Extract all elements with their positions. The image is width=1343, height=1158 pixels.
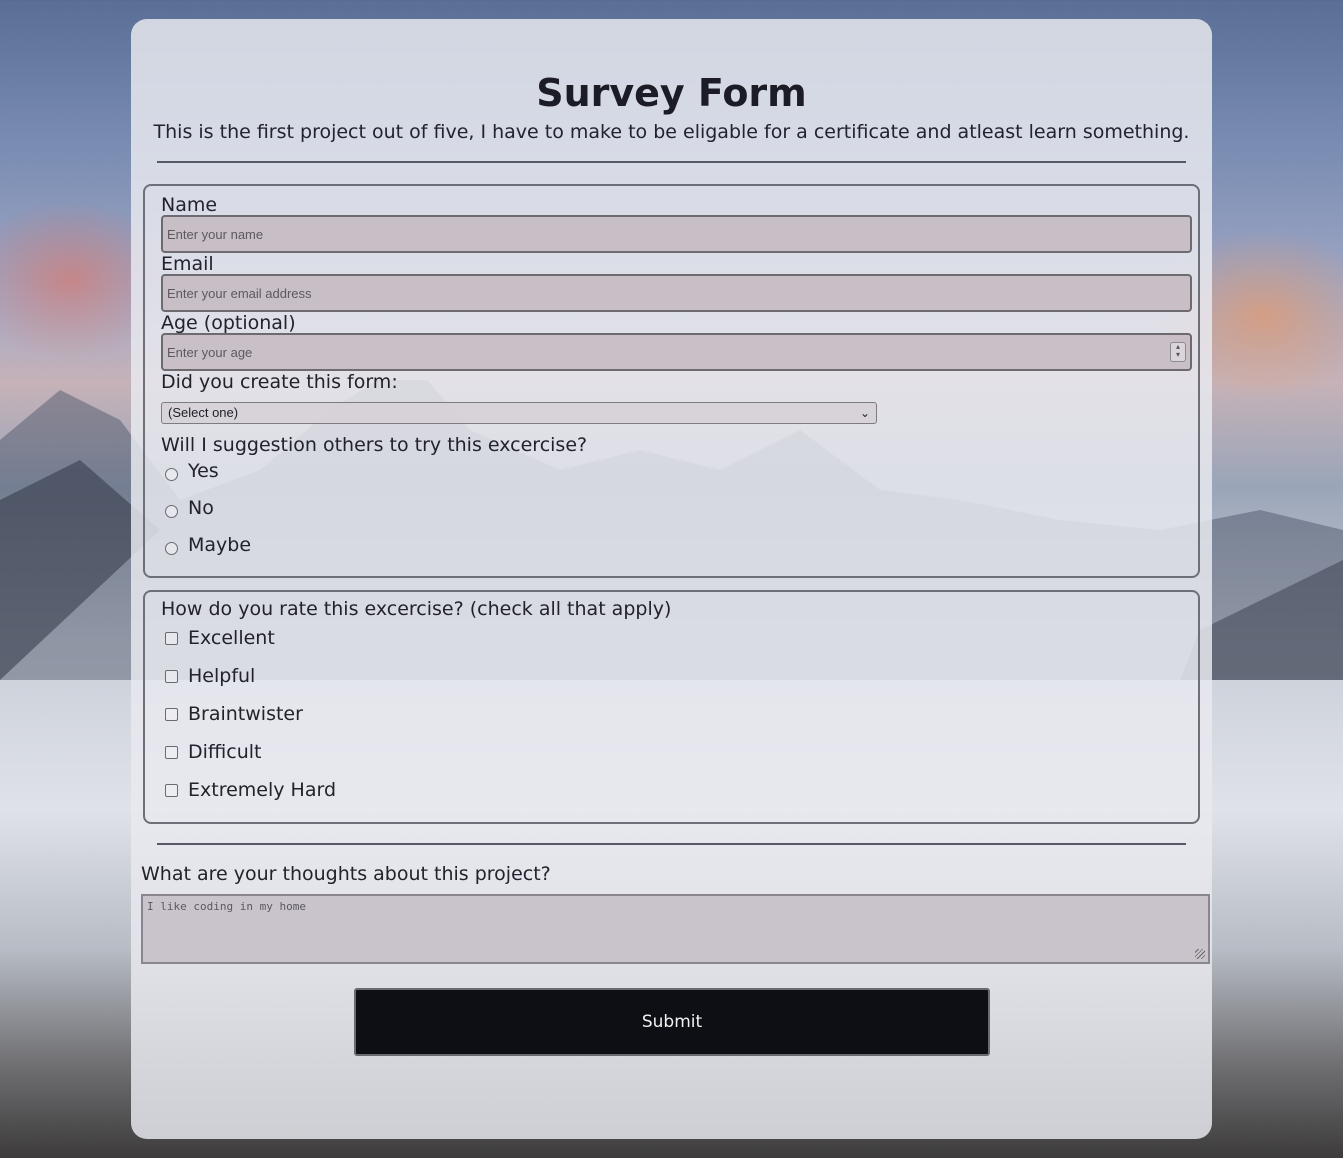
email-input[interactable] xyxy=(161,274,1192,312)
thoughts-textarea[interactable] xyxy=(141,894,1210,964)
age-label: Age (optional) xyxy=(161,312,296,334)
recommend-option-label: No xyxy=(188,497,214,519)
age-input[interactable] xyxy=(161,333,1192,371)
checkbox[interactable] xyxy=(165,745,178,759)
recommend-option-yes[interactable]: Yes xyxy=(165,460,219,482)
page-title: Survey Form xyxy=(536,71,807,115)
radio-button[interactable] xyxy=(165,541,178,555)
rating-option-extremely-hard[interactable]: Extremely Hard xyxy=(165,779,336,801)
checkbox[interactable] xyxy=(165,783,178,797)
email-label: Email xyxy=(161,253,214,275)
chevron-down-icon: ⌄ xyxy=(859,406,870,420)
checkbox[interactable] xyxy=(165,669,178,683)
rating-option-label: Difficult xyxy=(188,741,262,763)
rating-option-difficult[interactable]: Difficult xyxy=(165,741,262,763)
thoughts-label: What are your thoughts about this projec… xyxy=(141,863,551,885)
rating-option-label: Braintwister xyxy=(188,703,303,725)
rating-option-helpful[interactable]: Helpful xyxy=(165,665,255,687)
rating-option-label: Excellent xyxy=(188,627,275,649)
recommend-option-label: Maybe xyxy=(188,534,252,556)
created-form-selected-value: (Select one) xyxy=(168,405,239,420)
recommend-option-maybe[interactable]: Maybe xyxy=(165,534,251,556)
rating-option-label: Helpful xyxy=(188,665,256,687)
personal-info-fieldset: Name Email Age (optional) ▴▾ Did you cre… xyxy=(143,184,1200,578)
name-label: Name xyxy=(161,194,218,216)
name-input[interactable] xyxy=(161,215,1192,253)
rating-option-braintwister[interactable]: Braintwister xyxy=(165,703,303,725)
checkbox[interactable] xyxy=(165,707,178,721)
radio-button[interactable] xyxy=(165,467,178,481)
rating-label: How do you rate this excercise? (check a… xyxy=(161,598,672,620)
page-description: This is the first project out of five, I… xyxy=(153,121,1190,143)
spinner-icon[interactable]: ▴ ▾ xyxy=(1170,342,1186,362)
checkbox[interactable] xyxy=(165,631,178,645)
age-field-wrapper: ▴▾ xyxy=(145,333,1198,371)
recommend-option-label: Yes xyxy=(188,460,219,482)
survey-card: Survey Form This is the first project ou… xyxy=(131,19,1212,1139)
created-form-label: Did you create this form: xyxy=(161,371,398,393)
divider-bottom xyxy=(157,843,1186,845)
divider-top xyxy=(157,161,1186,163)
rating-option-excellent[interactable]: Excellent xyxy=(165,627,275,649)
recommend-label: Will I suggestion others to try this exc… xyxy=(161,434,588,456)
resize-grip-icon[interactable] xyxy=(1195,949,1205,959)
created-form-select[interactable]: (Select one) ⌄ xyxy=(161,402,877,424)
rating-fieldset: How do you rate this excercise? (check a… xyxy=(143,590,1200,824)
recommend-option-no[interactable]: No xyxy=(165,497,214,519)
radio-button[interactable] xyxy=(165,504,178,518)
submit-button[interactable]: Submit xyxy=(354,988,990,1056)
rating-option-label: Extremely Hard xyxy=(188,779,337,801)
